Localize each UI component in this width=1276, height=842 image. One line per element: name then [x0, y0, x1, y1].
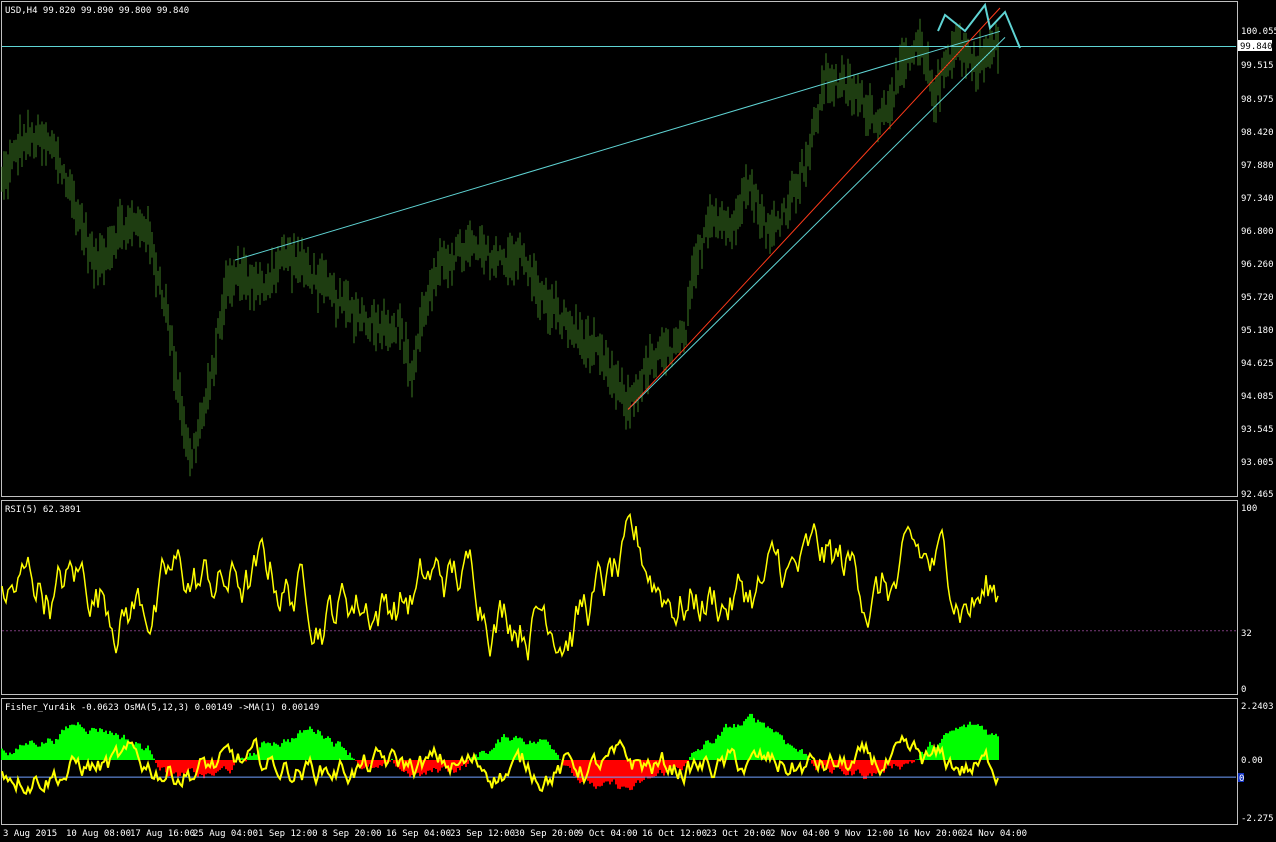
trend-lines [2, 2, 1236, 410]
time-tick: 3 Aug 2015 [3, 829, 57, 839]
rsi-panel-frame [1, 500, 1238, 695]
price-tick: 93.005 [1241, 458, 1274, 468]
price-tick: 100.055 [1241, 27, 1276, 37]
time-tick: 16 Oct 12:00 [642, 829, 707, 839]
rsi-line [1, 512, 999, 661]
rsi-tick: 32 [1241, 629, 1252, 639]
price-tick: 96.800 [1241, 227, 1274, 237]
price-tick: 94.085 [1241, 392, 1274, 402]
red-trend-line [627, 7, 1001, 410]
price-tick: 93.545 [1241, 425, 1274, 435]
rsi-header: RSI(5) 62.3891 [5, 505, 81, 515]
time-tick: 2 Nov 04:00 [770, 829, 830, 839]
fisher-header: Fisher_Yur4ik -0.0623 OsMA(5,12,3) 0.001… [5, 703, 319, 713]
time-tick: 23 Oct 20:00 [706, 829, 771, 839]
fisher-tick: 0.00 [1241, 756, 1263, 766]
time-tick: 9 Nov 12:00 [834, 829, 894, 839]
price-axis: 100.055 99.515 98.975 98.420 97.880 97.3… [1241, 27, 1276, 500]
rsi-tick: 100 [1241, 504, 1257, 514]
fisher-plot [1, 713, 1236, 796]
price-bars [1, 18, 999, 477]
upper-channel-line [234, 30, 1001, 261]
time-tick: 10 Aug 08:00 [66, 829, 131, 839]
time-tick: 1 Sep 12:00 [258, 829, 318, 839]
time-tick: 23 Sep 12:00 [450, 829, 515, 839]
time-tick: 16 Sep 04:00 [386, 829, 451, 839]
trading-chart: USD,H4 99.820 99.890 99.800 99.840 RSI(5… [1, 1, 1276, 839]
time-tick: 30 Sep 20:00 [514, 829, 579, 839]
fisher-marker: 0 [1239, 774, 1244, 784]
time-axis: 3 Aug 2015 10 Aug 08:00 17 Aug 16:00 25 … [3, 829, 1027, 839]
time-tick: 16 Nov 20:00 [898, 829, 963, 839]
current-price-badge: 99.840 [1238, 40, 1273, 52]
main-header: USD,H4 99.820 99.890 99.800 99.840 [5, 6, 189, 16]
fisher-tick: -2.275 [1241, 814, 1274, 824]
price-tick: 99.515 [1241, 61, 1274, 71]
price-tick: 98.975 [1241, 95, 1274, 105]
time-tick: 17 Aug 16:00 [130, 829, 195, 839]
time-tick: 24 Nov 04:00 [962, 829, 1027, 839]
price-tick: 97.340 [1241, 194, 1274, 204]
lower-channel-line [627, 37, 1006, 410]
rsi-tick: 0 [1241, 685, 1246, 695]
current-price-label: 99.840 [1240, 42, 1273, 52]
price-tick: 95.720 [1241, 293, 1274, 303]
rsi-plot [1, 512, 1236, 661]
pattern-zigzag [937, 2, 1021, 49]
time-tick: 25 Aug 04:00 [193, 829, 258, 839]
main-panel-frame [1, 1, 1238, 497]
price-tick: 98.420 [1241, 128, 1274, 138]
price-tick: 96.260 [1241, 260, 1274, 270]
price-tick: 94.625 [1241, 359, 1274, 369]
price-tick: 95.180 [1241, 326, 1274, 336]
price-tick: 97.880 [1241, 161, 1274, 171]
time-tick: 8 Sep 20:00 [322, 829, 382, 839]
price-tick: 92.465 [1241, 490, 1274, 500]
time-tick: 9 Oct 04:00 [578, 829, 638, 839]
fisher-tick: 2.2403 [1241, 702, 1274, 712]
